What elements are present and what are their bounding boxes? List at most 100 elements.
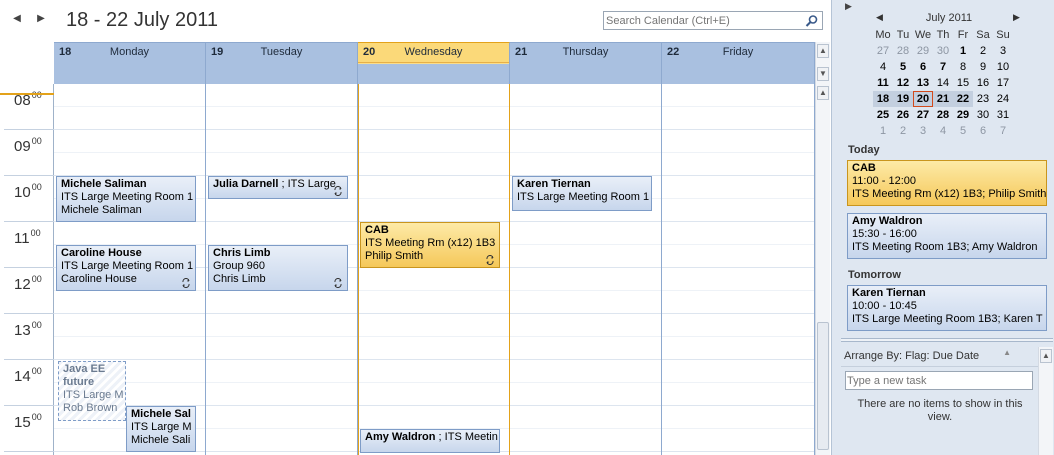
new-task-box[interactable] [845, 371, 1033, 390]
scroll-top-button[interactable]: ▲ [817, 86, 829, 100]
pane-splitter[interactable] [841, 338, 1053, 342]
appointment-caroline-house[interactable]: Caroline House ITS Large Meeting Room 1 … [56, 245, 196, 291]
appointment-java-ee-future[interactable]: Java EE future ITS Large M Rob Brown [58, 361, 126, 421]
mini-calendar-day[interactable]: 23 [973, 91, 993, 107]
mini-calendar-day[interactable]: 27 [913, 107, 933, 123]
appointment-organizer: Philip Smith [365, 250, 424, 262]
day-header-wednesday[interactable]: 20 Wednesday [358, 42, 510, 84]
day-column-thursday[interactable] [510, 84, 662, 455]
scrollbar-thumb[interactable] [817, 322, 829, 450]
todo-item-title: Karen Tiernan [852, 287, 926, 299]
todo-item-karen-tiernan[interactable]: Karen Tiernan 10:00 - 10:45 ITS Large Me… [847, 285, 1047, 331]
day-header-friday[interactable]: 22 Friday [662, 42, 815, 84]
hour-label: 1500 [14, 412, 42, 431]
todo-item-time: 15:30 - 16:00 [852, 228, 917, 240]
appointment-title: CAB [365, 224, 389, 236]
appointment-karen-tiernan[interactable]: Karen Tiernan ITS Large Meeting Room 1 [512, 176, 652, 211]
search-icon[interactable] [805, 14, 819, 28]
appointment-location: ITS Meeting Rm (x12) 1B3 [365, 237, 496, 249]
mini-calendar-day[interactable]: 14 [933, 75, 953, 91]
mini-calendar-day[interactable]: 15 [953, 75, 973, 91]
day-header-thursday[interactable]: 21 Thursday [510, 42, 662, 84]
date-range-title: 18 - 22 July 2011 [66, 9, 218, 31]
mini-calendar-day[interactable]: 8 [953, 59, 973, 75]
appointment-michele-saliman[interactable]: Michele Saliman ITS Large Meeting Room 1… [56, 176, 196, 222]
mini-calendar-day[interactable]: 18 [873, 91, 893, 107]
mini-calendar-day[interactable]: 6 [973, 123, 993, 139]
mini-calendar-day[interactable]: 3 [993, 43, 1013, 59]
mini-calendar-day[interactable]: 7 [933, 59, 953, 75]
todo-item-title: CAB [852, 162, 876, 174]
mini-calendar-day[interactable]: 25 [873, 107, 893, 123]
todo-item-time: 11:00 - 12:00 [852, 175, 917, 187]
mini-calendar-day[interactable]: 5 [893, 59, 913, 75]
scroll-page-down-button[interactable]: ▼ [817, 67, 829, 81]
mini-calendar-day[interactable]: 21 [933, 91, 953, 107]
mini-calendar-day[interactable]: 13 [913, 75, 933, 91]
day-column-wednesday[interactable] [358, 84, 510, 455]
mini-calendar-month: July 2011 [925, 12, 973, 24]
calendar-scrollbar[interactable]: ▲ ▼ ▲ [815, 42, 830, 455]
mini-calendar-day[interactable]: 1 [873, 123, 893, 139]
appointment-chris-limb[interactable]: Chris Limb Group 960 Chris Limb [208, 245, 348, 291]
arrange-by-label: Arrange By: Flag: Due Date [844, 350, 980, 362]
sort-up-icon[interactable]: ▲ [1003, 348, 1011, 357]
mini-calendar-dow: Mo [875, 29, 891, 41]
tasks-scroll-up-button[interactable]: ▲ [1040, 349, 1052, 363]
appointment-michele-sal[interactable]: Michele Sal ITS Large M Michele Sali [126, 406, 196, 452]
tasks-scrollbar[interactable]: ▲ [1038, 347, 1053, 455]
day-header-monday[interactable]: 18 Monday [54, 42, 206, 84]
mini-calendar-day[interactable]: 11 [873, 75, 893, 91]
todo-item-amy-waldron[interactable]: Amy Waldron 15:30 - 16:00 ITS Meeting Ro… [847, 213, 1047, 259]
appointment-amy-waldron[interactable]: Amy Waldron ; ITS Meetin [360, 429, 500, 453]
mini-calendar-day[interactable]: 31 [993, 107, 1013, 123]
mini-calendar-day[interactable]: 9 [973, 59, 993, 75]
appointment-julia-darnell[interactable]: Julia Darnell ; ITS Large [208, 176, 348, 199]
mini-calendar[interactable]: Mo Tu We Th Fr Sa Su 27 28 29 30 1 2 3 4 5 6 7 8 9 10 11 12 13 1… [873, 27, 1015, 139]
day-column-friday[interactable] [662, 84, 815, 455]
next-week-button[interactable]: ▶ [34, 12, 48, 26]
mini-calendar-day[interactable]: 10 [993, 59, 1013, 75]
mini-calendar-day[interactable]: 29 [953, 107, 973, 123]
mini-calendar-day[interactable]: 20 [913, 91, 933, 107]
mini-calendar-day[interactable]: 28 [893, 43, 913, 59]
time-column: 0800 0900 1000 1100 1200 1300 1400 1500 [0, 84, 54, 455]
mini-calendar-day[interactable]: 27 [873, 43, 893, 59]
mini-calendar-day[interactable]: 5 [953, 123, 973, 139]
mini-calendar-day[interactable]: 3 [913, 123, 933, 139]
mini-calendar-day[interactable]: 19 [893, 91, 913, 107]
mini-calendar-day[interactable]: 24 [993, 91, 1013, 107]
arrange-by-bar[interactable]: Arrange By: Flag: Due Date ▲ [841, 347, 1053, 367]
search-input[interactable] [606, 13, 802, 28]
mini-calendar-day[interactable]: 7 [993, 123, 1013, 139]
todo-item-location: ITS Meeting Rm (x12) 1B3; Philip Smith [852, 188, 1047, 200]
scroll-up-button[interactable]: ▲ [817, 44, 829, 58]
todo-item-cab[interactable]: CAB 11:00 - 12:00 ITS Meeting Rm (x12) 1… [847, 160, 1047, 206]
mini-calendar-day[interactable]: 4 [873, 59, 893, 75]
collapse-arrow-icon[interactable]: ▶ [845, 1, 852, 12]
mini-calendar-day[interactable]: 17 [993, 75, 1013, 91]
previous-week-button[interactable]: ◀ [10, 12, 24, 26]
new-task-input[interactable] [847, 373, 1031, 388]
mini-calendar-day[interactable]: 1 [953, 43, 973, 59]
mini-calendar-day[interactable]: 2 [973, 43, 993, 59]
mini-calendar-day[interactable]: 12 [893, 75, 913, 91]
appointment-organizer: Michele Sali [131, 434, 191, 446]
mini-calendar-day[interactable]: 4 [933, 123, 953, 139]
todo-item-location: ITS Large Meeting Room 1B3; Karen T [852, 313, 1043, 325]
mini-calendar-day[interactable]: 26 [893, 107, 913, 123]
mini-calendar-day[interactable]: 22 [953, 91, 973, 107]
appointment-cab[interactable]: CAB ITS Meeting Rm (x12) 1B3 Philip Smit… [360, 222, 500, 268]
appointment-title: Java EE future [63, 363, 106, 388]
day-header-tuesday[interactable]: 19 Tuesday [206, 42, 358, 84]
search-box[interactable] [603, 11, 823, 30]
mini-calendar-day[interactable]: 29 [913, 43, 933, 59]
mini-calendar-day[interactable]: 6 [913, 59, 933, 75]
mini-calendar-day[interactable]: 2 [893, 123, 913, 139]
mini-calendar-day[interactable]: 28 [933, 107, 953, 123]
recurrence-icon [334, 186, 342, 196]
mini-calendar-day[interactable]: 16 [973, 75, 993, 91]
mini-calendar-day[interactable]: 30 [973, 107, 993, 123]
mini-calendar-dow: We [914, 29, 932, 41]
mini-calendar-day[interactable]: 30 [933, 43, 953, 59]
